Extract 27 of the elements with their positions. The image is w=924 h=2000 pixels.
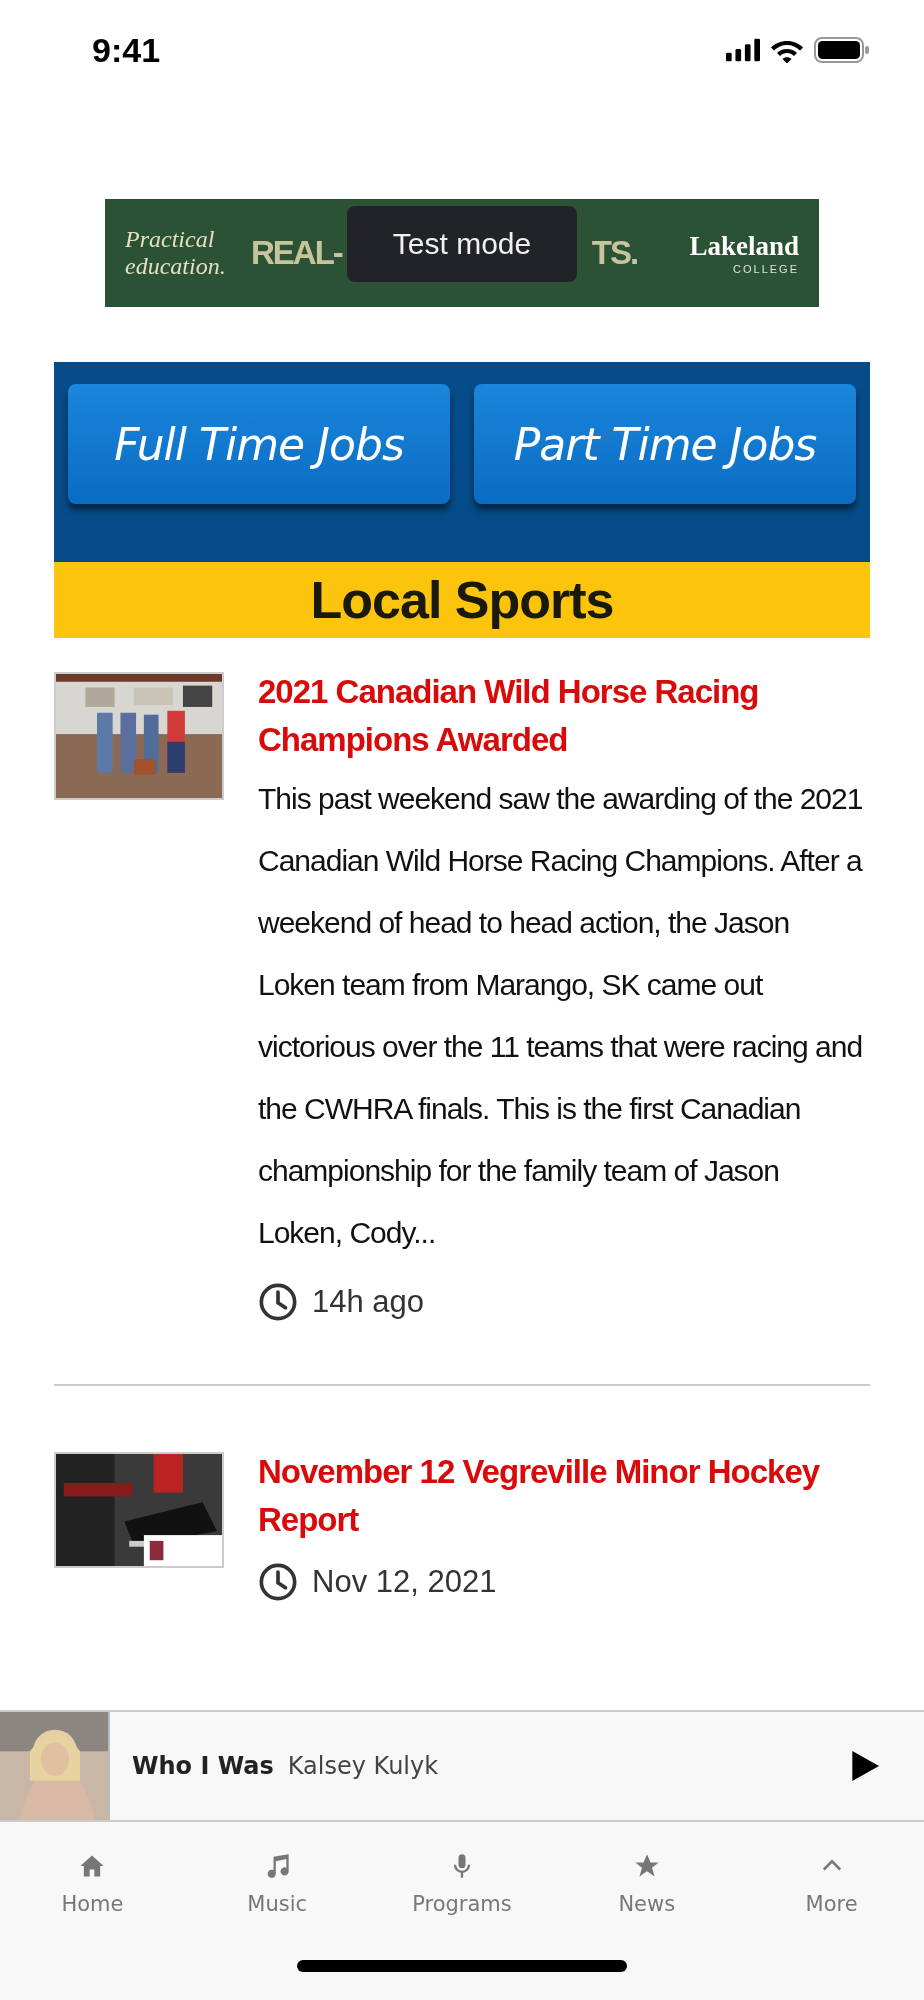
ad-tagline: Practical education. bbox=[125, 226, 227, 280]
tab-item[interactable]: Programs bbox=[369, 1852, 555, 1916]
ad-logo-text: Lakeland bbox=[689, 230, 799, 262]
clock-time: 9:41 bbox=[92, 30, 161, 70]
tab-item[interactable]: News bbox=[554, 1852, 740, 1916]
ad-headline: REAL- bbox=[251, 233, 342, 273]
artist-name: Kalsey Kulyk bbox=[287, 1752, 439, 1780]
job-button[interactable]: Full Time Jobs bbox=[68, 384, 450, 504]
ad-banner[interactable]: Practical education. REAL- TS. Lakeland COLLEGE Test mode bbox=[105, 199, 819, 307]
article-time: 14h ago bbox=[312, 1284, 425, 1320]
article-time: Nov 12, 2021 bbox=[312, 1564, 497, 1600]
ad-logo-subtext: COLLEGE bbox=[733, 262, 799, 276]
tab-item[interactable]: Music bbox=[184, 1852, 370, 1916]
article-summary: This past weekend saw the awarding of the 2021 Canadian Wild Horse Racing Champions. After a weekend of head to head action, the Jason Loken team from Marango, SK came out victorious over the 11 teams that were racing and the CWHRA finals. This is the first Canadian championship for the family team of Jason Loken, Cody... bbox=[258, 781, 864, 1251]
clock-icon bbox=[258, 1562, 298, 1602]
job-button[interactable]: Part Time Jobs bbox=[474, 384, 856, 504]
clock-icon bbox=[258, 1282, 298, 1322]
article-title[interactable]: November 12 Vegreville Minor Hockey Report bbox=[258, 1448, 870, 1544]
article-title[interactable]: 2021 Canadian Wild Horse Racing Champions Awarded bbox=[258, 668, 870, 764]
tab-item[interactable]: More bbox=[739, 1852, 924, 1916]
ad-headline: TS. bbox=[591, 233, 638, 273]
signal-icon bbox=[726, 38, 760, 62]
tab-item[interactable]: Home bbox=[0, 1852, 185, 1916]
section-header: Local Sports bbox=[54, 562, 870, 638]
song-title: Who I Was bbox=[132, 1752, 274, 1780]
test-mode-toast: Test mode bbox=[347, 206, 577, 282]
battery-icon bbox=[814, 37, 870, 63]
